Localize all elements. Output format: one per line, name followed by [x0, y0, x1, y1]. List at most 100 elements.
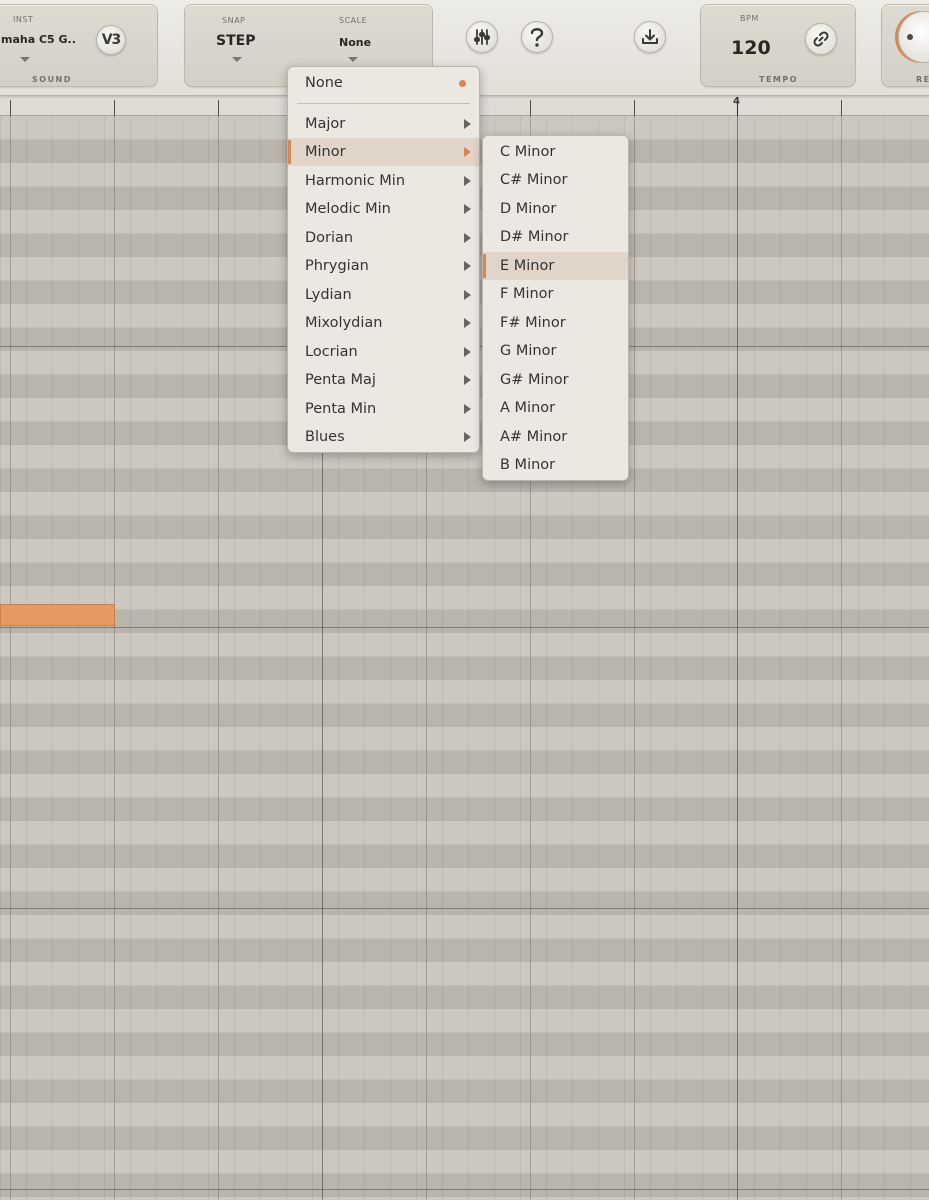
key-item-label: E Minor	[500, 258, 555, 274]
bpm-label: BPM	[740, 14, 759, 23]
key-item-g-sharp-minor[interactable]: G# Minor	[483, 366, 628, 394]
scale-menu-item-locrian[interactable]: Locrian	[288, 338, 479, 366]
scale-menu-item-label: Minor	[305, 144, 346, 160]
key-item-label: C Minor	[500, 144, 556, 160]
scale-menu-item-label: Harmonic Min	[305, 173, 406, 189]
scale-label: SCALE	[339, 16, 368, 25]
ruler-tick	[634, 100, 635, 116]
submenu-arrow-icon	[464, 119, 471, 129]
link-icon	[813, 31, 829, 47]
scale-menu-item-lydian[interactable]: Lydian	[288, 281, 479, 309]
scale-value[interactable]: None	[339, 36, 371, 49]
scale-menu-item-minor[interactable]: Minor	[288, 138, 479, 166]
sound-dropdown-caret[interactable]	[20, 57, 30, 62]
key-item-b-minor[interactable]: B Minor	[483, 451, 628, 479]
bpm-value[interactable]: 120	[731, 37, 771, 59]
beat-line	[114, 116, 115, 1200]
beat-line	[218, 116, 219, 1200]
snap-label: SNAP	[222, 16, 246, 25]
key-item-d-minor[interactable]: D Minor	[483, 195, 628, 223]
submenu-arrow-icon	[464, 261, 471, 271]
rec-footer-label: RE	[916, 75, 929, 84]
submenu-arrow-icon	[464, 375, 471, 385]
key-item-label: D# Minor	[500, 229, 569, 245]
scale-menu-item-label: Locrian	[305, 344, 358, 360]
key-item-f-sharp-minor[interactable]: F# Minor	[483, 309, 628, 337]
rec-knob[interactable]	[898, 11, 929, 63]
submenu-arrow-icon	[464, 347, 471, 357]
scale-menu-item-none[interactable]: None	[288, 69, 479, 97]
submenu-arrow-icon	[464, 233, 471, 243]
scale-menu-item-dorian[interactable]: Dorian	[288, 224, 479, 252]
scale-menu: None Major Minor Harmonic Min Melodic Mi…	[287, 66, 480, 453]
scale-menu-item-label: Melodic Min	[305, 201, 391, 217]
download-button[interactable]	[634, 21, 666, 53]
scale-menu-item-mixolydian[interactable]: Mixolydian	[288, 309, 479, 337]
ruler-tick	[114, 100, 115, 116]
ruler-tick	[530, 100, 531, 116]
version-badge-button[interactable]: V3	[96, 25, 126, 55]
sound-panel[interactable]: INST maha C5 G.. SOUND V3	[0, 4, 158, 87]
scale-menu-item-label: Major	[305, 116, 346, 132]
snap-dropdown-caret[interactable]	[232, 57, 242, 62]
key-item-label: F Minor	[500, 286, 554, 302]
menu-separator	[297, 103, 470, 104]
snap-value[interactable]: STEP	[216, 33, 255, 49]
key-item-g-minor[interactable]: G Minor	[483, 337, 628, 365]
key-item-label: A Minor	[500, 400, 556, 416]
mixer-button[interactable]	[466, 21, 498, 53]
key-item-c-minor[interactable]: C Minor	[483, 138, 628, 166]
tempo-link-button[interactable]	[805, 23, 837, 55]
scale-menu-item-penta-min[interactable]: Penta Min	[288, 395, 479, 423]
bar-number-4: 4	[733, 96, 740, 107]
download-icon	[642, 29, 658, 44]
key-item-a-sharp-minor[interactable]: A# Minor	[483, 423, 628, 451]
scale-menu-item-label: Dorian	[305, 230, 354, 246]
key-item-label: G Minor	[500, 343, 557, 359]
tempo-panel: BPM 120 TEMPO	[700, 4, 856, 87]
octave-line	[0, 908, 929, 909]
octave-line	[0, 627, 929, 628]
key-item-e-minor[interactable]: E Minor	[483, 252, 628, 280]
scale-menu-item-melodic-min[interactable]: Melodic Min	[288, 195, 479, 223]
scale-menu-item-label: Mixolydian	[305, 315, 383, 331]
key-item-label: B Minor	[500, 457, 556, 473]
submenu-arrow-icon	[464, 404, 471, 414]
key-item-a-minor[interactable]: A Minor	[483, 394, 628, 422]
submenu-arrow-icon	[464, 204, 471, 214]
scale-dropdown-caret[interactable]	[348, 57, 358, 62]
key-item-label: G# Minor	[500, 372, 569, 388]
scale-menu-item-phrygian[interactable]: Phrygian	[288, 252, 479, 280]
scale-menu-item-label: Phrygian	[305, 258, 369, 274]
midi-note[interactable]	[0, 604, 115, 626]
scale-menu-item-label: Penta Min	[305, 401, 377, 417]
bar-line	[737, 116, 738, 1200]
submenu-arrow-icon	[464, 318, 471, 328]
help-button[interactable]	[521, 21, 553, 53]
help-question-icon	[530, 28, 544, 47]
key-item-d-sharp-minor[interactable]: D# Minor	[483, 223, 628, 251]
octave-line	[0, 1189, 929, 1190]
submenu-arrow-icon	[464, 432, 471, 442]
sound-footer-label: SOUND	[32, 75, 72, 84]
scale-menu-item-label: None	[305, 75, 343, 91]
scale-menu-item-label: Penta Maj	[305, 372, 376, 388]
key-item-label: A# Minor	[500, 429, 568, 445]
tempo-footer-label: TEMPO	[759, 75, 799, 84]
minor-key-submenu: C Minor C# Minor D Minor D# Minor E Mino…	[482, 135, 629, 481]
key-item-c-sharp-minor[interactable]: C# Minor	[483, 166, 628, 194]
scale-menu-item-blues[interactable]: Blues	[288, 423, 479, 451]
beat-line	[634, 116, 635, 1200]
beat-line	[10, 116, 11, 1200]
scale-menu-item-harmonic-min[interactable]: Harmonic Min	[288, 167, 479, 195]
scale-menu-item-major[interactable]: Major	[288, 110, 479, 138]
scale-menu-item-penta-maj[interactable]: Penta Maj	[288, 366, 479, 394]
ruler-tick	[10, 100, 11, 116]
key-item-label: F# Minor	[500, 315, 566, 331]
submenu-arrow-icon	[464, 147, 471, 157]
rec-knob-indicator	[907, 34, 913, 40]
key-item-f-minor[interactable]: F Minor	[483, 280, 628, 308]
ruler-tick	[841, 100, 842, 116]
selected-dot-icon	[459, 80, 466, 87]
instrument-name[interactable]: maha C5 G..	[1, 33, 76, 46]
